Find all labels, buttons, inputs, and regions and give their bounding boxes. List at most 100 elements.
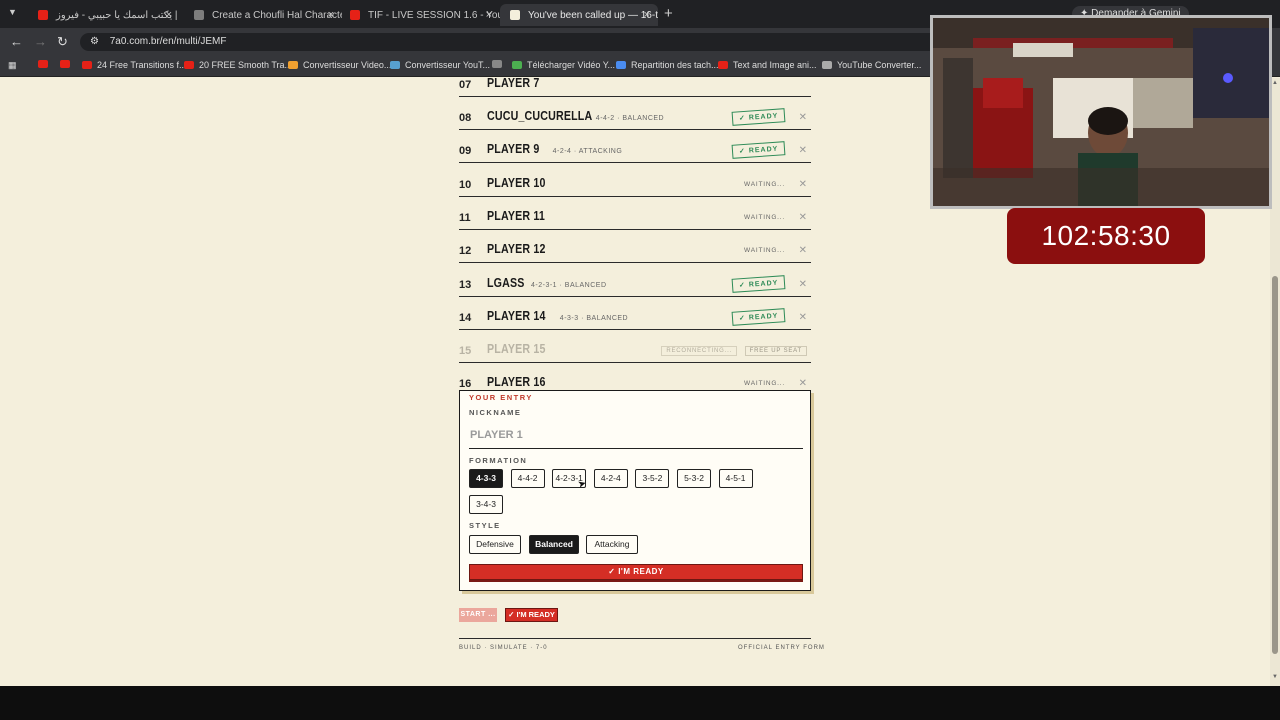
roster-number: 15 bbox=[459, 345, 472, 358]
formation-option[interactable]: 4-3-3 bbox=[469, 469, 503, 488]
roster-number: 12 bbox=[459, 245, 472, 258]
browser-tab[interactable]: TIF - LIVE SESSION 1.6 - You × bbox=[340, 4, 500, 26]
bookmark-item[interactable]: YouTube Converter... bbox=[822, 60, 921, 70]
roster-row: 14 PLAYER 14 4-3-3 · BALANCED ✓ READY ✕ bbox=[459, 297, 811, 330]
nickname-input[interactable] bbox=[469, 421, 803, 449]
tab-favicon-icon bbox=[38, 10, 48, 20]
bottom-black-bar bbox=[0, 686, 1280, 720]
remove-player-icon[interactable]: ✕ bbox=[799, 112, 807, 123]
im-ready-small-button[interactable]: ✓ I'M READY bbox=[505, 608, 558, 622]
tab-favicon-icon bbox=[350, 10, 360, 20]
remove-player-icon[interactable]: ✕ bbox=[799, 279, 807, 290]
new-tab-plus-icon[interactable]: + bbox=[664, 5, 673, 22]
tab-search-chevron-icon[interactable]: ▼ bbox=[8, 7, 17, 17]
bookmark-item[interactable] bbox=[492, 60, 507, 68]
address-bar[interactable]: ⚙ 7a0.com.br/en/multi/JEMF bbox=[80, 33, 960, 51]
formation-option[interactable]: 4-5-1 bbox=[718, 469, 753, 488]
remove-player-icon[interactable]: ✕ bbox=[799, 145, 807, 156]
waiting-status: WAITING... bbox=[744, 247, 785, 255]
style-label: STYLE bbox=[469, 521, 501, 530]
style-option[interactable]: Attacking bbox=[586, 535, 638, 554]
roster-player-name: PLAYER 16 bbox=[487, 374, 546, 390]
browser-tab[interactable]: You've been called up — 16-te × bbox=[500, 4, 658, 26]
formation-label: FORMATION bbox=[469, 456, 528, 465]
bookmark-label: YouTube Converter... bbox=[837, 60, 922, 70]
roster-number: 16 bbox=[459, 378, 472, 391]
tab-close-icon[interactable]: × bbox=[486, 9, 492, 21]
scrollbar-thumb[interactable] bbox=[1272, 276, 1278, 654]
scroll-up-arrow-icon[interactable]: ▲ bbox=[1272, 80, 1278, 86]
bookmark-item[interactable]: 20 FREE Smooth Tra... bbox=[184, 60, 292, 70]
bookmark-favicon-icon bbox=[38, 60, 48, 68]
ready-stamp: ✓ READY bbox=[731, 141, 786, 160]
bookmark-label: Text and Image ani... bbox=[733, 60, 817, 70]
tab-close-icon[interactable]: × bbox=[166, 9, 172, 21]
bookmark-item[interactable] bbox=[60, 60, 75, 68]
roster-number: 13 bbox=[459, 278, 472, 291]
roster-row: 15 PLAYER 15 RECONNECTING... FREE UP SEAT bbox=[459, 330, 811, 364]
start-button[interactable]: START ... bbox=[459, 608, 497, 622]
bookmark-item[interactable]: 24 Free Transitions f... bbox=[82, 60, 187, 70]
roster-number: 07 bbox=[459, 79, 472, 91]
browser-tab[interactable]: يكتب اسمك يا حبيبي - فيروز | ube× bbox=[28, 4, 180, 26]
bookmark-item[interactable]: Repartition des tach... bbox=[616, 60, 719, 70]
forward-arrow-icon[interactable]: → bbox=[34, 34, 47, 49]
roster-number: 08 bbox=[459, 112, 472, 124]
tab-title: Create a Choufli Hal Character bbox=[212, 9, 342, 21]
tab-close-icon[interactable]: × bbox=[644, 9, 650, 21]
ready-stamp: ✓ READY bbox=[731, 108, 786, 126]
bookmark-label: Télécharger Vidéo Y... bbox=[527, 60, 616, 70]
bookmark-label: Repartition des tach... bbox=[631, 60, 719, 70]
ready-stamp: ✓ READY bbox=[731, 307, 786, 326]
tab-title: TIF - LIVE SESSION 1.6 - You bbox=[368, 9, 500, 21]
bookmark-item[interactable]: Télécharger Vidéo Y... bbox=[512, 60, 615, 70]
bookmark-favicon-icon bbox=[718, 61, 728, 69]
waiting-status: WAITING... bbox=[744, 180, 785, 188]
roster-player-name: LGASS bbox=[487, 274, 525, 290]
remove-player-icon[interactable]: ✕ bbox=[799, 212, 807, 223]
scroll-down-arrow-icon[interactable]: ▼ bbox=[1272, 674, 1278, 680]
bookmark-label: Convertisseur Video... bbox=[303, 60, 392, 70]
roster-formation-meta: 4-2-3-1 · BALANCED bbox=[531, 281, 607, 289]
site-info-icon[interactable]: ⚙ bbox=[90, 36, 99, 47]
roster-player-name: PLAYER 12 bbox=[487, 241, 546, 257]
bookmark-item[interactable] bbox=[38, 60, 53, 68]
free-up-seat-button[interactable]: FREE UP SEAT bbox=[744, 346, 807, 357]
remove-player-icon[interactable]: ✕ bbox=[799, 245, 807, 256]
roster-number: 09 bbox=[459, 145, 472, 158]
nickname-label: NICKNAME bbox=[469, 408, 522, 417]
tab-close-icon[interactable]: × bbox=[328, 9, 334, 21]
browser-tab[interactable]: Create a Choufli Hal Character × bbox=[184, 4, 342, 26]
bookmark-item[interactable]: Convertisseur Video... bbox=[288, 60, 391, 70]
remove-player-icon[interactable]: ✕ bbox=[799, 378, 807, 389]
bookmark-favicon-icon bbox=[82, 61, 92, 69]
remove-player-icon[interactable]: ✕ bbox=[799, 312, 807, 323]
im-ready-button[interactable]: ✓ I'M READY bbox=[469, 564, 803, 580]
back-arrow-icon[interactable]: ← bbox=[10, 34, 23, 49]
stream-timer: 102:58:30 bbox=[1007, 208, 1205, 264]
reload-icon[interactable]: ↻ bbox=[57, 34, 68, 50]
formation-option[interactable]: 4-4-2 bbox=[510, 469, 545, 488]
roster-row: 10 PLAYER 10 WAITING... ✕ bbox=[459, 164, 811, 197]
style-option[interactable]: Defensive bbox=[469, 535, 521, 554]
remove-player-icon[interactable]: ✕ bbox=[799, 179, 807, 190]
bookmark-item[interactable]: Convertisseur YouT... bbox=[390, 60, 490, 70]
roster-row: 13 LGASS 4-2-3-1 · BALANCED ✓ READY ✕ bbox=[459, 264, 811, 297]
roster-player-name: PLAYER 11 bbox=[487, 207, 545, 223]
formation-option[interactable]: 3-5-2 bbox=[635, 469, 670, 488]
apps-grid-icon[interactable]: ▦ bbox=[8, 60, 17, 71]
style-option[interactable]: Balanced bbox=[529, 535, 579, 554]
formation-option[interactable]: 5-3-2 bbox=[677, 469, 711, 488]
bookmark-favicon-icon bbox=[616, 61, 626, 69]
roster-player-name: PLAYER 15 bbox=[487, 341, 546, 357]
formation-option[interactable]: 4-2-4 bbox=[593, 469, 628, 488]
roster-formation-meta: 4-3-3 · BALANCED bbox=[559, 314, 629, 322]
formation-option[interactable]: 3-4-3 bbox=[469, 495, 503, 514]
roster-row: 11 PLAYER 11 WAITING... ✕ bbox=[459, 197, 811, 230]
footer-divider bbox=[459, 638, 811, 639]
webcam-feed-image bbox=[933, 18, 1269, 206]
footer-left-text: BUILD · SIMULATE · 7-0 bbox=[459, 645, 548, 651]
bookmark-item[interactable]: Text and Image ani... bbox=[718, 60, 817, 70]
webcam-overlay bbox=[930, 15, 1272, 209]
reconnecting-status: RECONNECTING... bbox=[661, 346, 737, 357]
